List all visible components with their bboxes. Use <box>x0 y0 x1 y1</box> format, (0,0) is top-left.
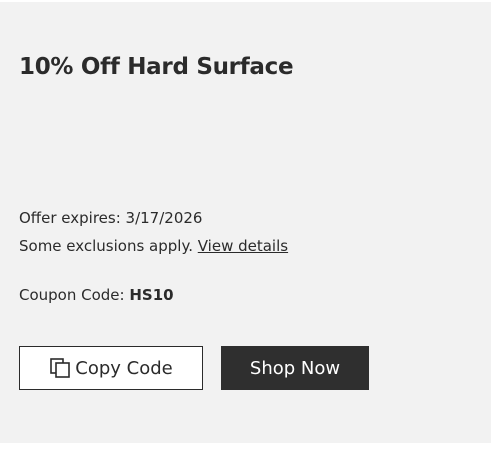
shop-now-label: Shop Now <box>249 357 341 379</box>
offer-expiration: Offer expires: 3/17/2026 <box>19 209 203 227</box>
shop-now-button[interactable]: Shop Now <box>221 346 369 390</box>
coupon-card: 10% Off Hard Surface Offer expires: 3/17… <box>0 2 491 443</box>
coupon-code-value: HS10 <box>129 286 174 304</box>
coupon-code-label: Coupon Code: <box>19 286 125 304</box>
exclusions-line: Some exclusions apply. View details <box>19 237 288 255</box>
view-details-link[interactable]: View details <box>198 237 288 255</box>
exclusions-text: Some exclusions apply. <box>19 237 193 255</box>
copy-code-label: Copy Code <box>75 357 173 379</box>
copy-icon <box>49 357 71 379</box>
coupon-code-line: Coupon Code: HS10 <box>19 286 174 304</box>
copy-code-button[interactable]: Copy Code <box>19 346 203 390</box>
offer-title: 10% Off Hard Surface <box>19 54 294 80</box>
